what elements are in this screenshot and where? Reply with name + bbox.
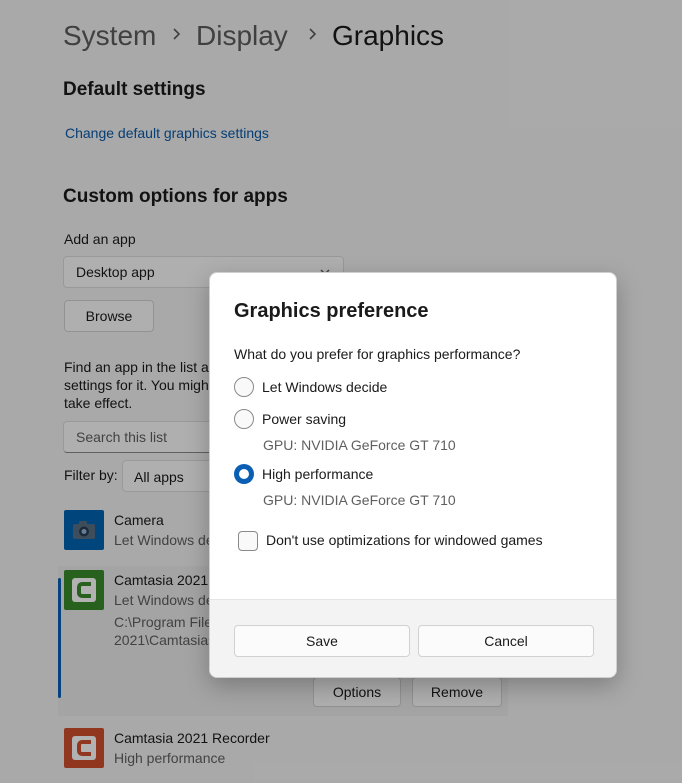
windowed-games-label: Don't use optimizations for windowed gam… bbox=[266, 532, 543, 548]
radio-button[interactable] bbox=[234, 409, 254, 429]
radio-label: Let Windows decide bbox=[262, 379, 388, 395]
graphics-preference-dialog: Graphics preference What do you prefer f… bbox=[209, 272, 617, 678]
radio-button-selected[interactable] bbox=[234, 464, 254, 484]
dialog-question: What do you prefer for graphics performa… bbox=[234, 346, 521, 362]
dialog-title: Graphics preference bbox=[234, 300, 429, 322]
save-button[interactable]: Save bbox=[234, 625, 410, 657]
radio-label: Power saving bbox=[262, 411, 347, 427]
graphics-settings-page: System Display Graphics Default settings… bbox=[0, 0, 682, 783]
cancel-button[interactable]: Cancel bbox=[418, 625, 594, 657]
gpu-label: GPU: NVIDIA GeForce GT 710 bbox=[263, 437, 456, 453]
windowed-games-checkbox[interactable] bbox=[238, 531, 258, 551]
dialog-footer: Save Cancel bbox=[210, 599, 616, 677]
gpu-label: GPU: NVIDIA GeForce GT 710 bbox=[263, 492, 456, 508]
radio-label: High performance bbox=[262, 466, 374, 482]
radio-button[interactable] bbox=[234, 377, 254, 397]
